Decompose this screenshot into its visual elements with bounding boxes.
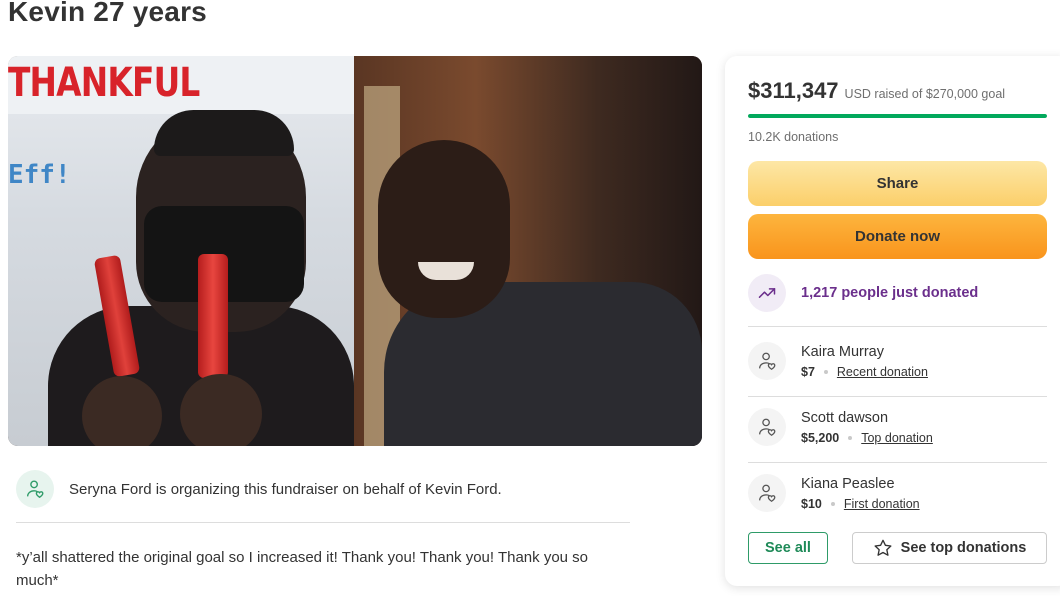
amount-raised: $311,347 [748, 78, 839, 103]
donor-amount: $10 [801, 496, 822, 511]
divider [16, 522, 630, 523]
separator-dot [830, 501, 835, 506]
donor-name: Kiana Peaslee [801, 475, 895, 492]
donor-meta: $10 First donation [801, 497, 920, 511]
donor-row: Kaira Murray $7 Recent donation [748, 342, 928, 380]
person-heart-icon [16, 470, 54, 508]
photo-hand-left [82, 376, 162, 446]
photo-hand-right [180, 374, 262, 446]
divider [748, 396, 1047, 397]
donor-info: Kiana Peaslee $10 First donation [801, 476, 920, 511]
share-button[interactable]: Share [748, 161, 1047, 206]
separator-dot [848, 435, 853, 440]
photo-banner-text: THANKFUL [8, 60, 200, 106]
amount-row: $311,347 USD raised of $270,000 goal [748, 78, 1005, 104]
progress-bar-fill [748, 114, 1047, 118]
donation-card: $311,347 USD raised of $270,000 goal 10.… [725, 56, 1060, 586]
donate-now-button[interactable]: Donate now [748, 214, 1047, 259]
donor-name: Scott dawson [801, 409, 889, 426]
organizer-row: Seryna Ford is organizing this fundraise… [16, 470, 502, 508]
divider [748, 462, 1047, 463]
donor-amount: $7 [801, 364, 815, 379]
see-all-button[interactable]: See all [748, 532, 828, 564]
recent-donors-trend: 1,217 people just donated [748, 274, 978, 312]
organizer-text: Seryna Ford is organizing this fundraise… [69, 480, 502, 498]
donor-type-link[interactable]: Top donation [861, 431, 933, 445]
story-text: *y’all shattered the original goal so I … [16, 549, 589, 589]
donation-count: 10.2K donations [748, 130, 839, 144]
donor-type-link[interactable]: First donation [844, 497, 920, 511]
donor-meta: $5,200 Top donation [801, 431, 933, 445]
donor-info: Kaira Murray $7 Recent donation [801, 344, 928, 379]
donor-meta: $7 Recent donation [801, 365, 928, 379]
trend-text: 1,217 people just donated [801, 285, 979, 301]
separator-dot [823, 369, 828, 374]
photo-candy-roll-right [198, 254, 228, 378]
photo-person1-cap [154, 110, 294, 156]
see-top-donations-button[interactable]: See top donations [852, 532, 1047, 564]
progress-bar [748, 114, 1047, 118]
see-top-donations-label: See top donations [900, 540, 1027, 556]
donor-avatar-icon [748, 474, 786, 512]
donor-amount: $5,200 [801, 430, 840, 445]
fundraiser-hero-image[interactable]: THANKFUL Eff! [8, 56, 702, 446]
star-icon [874, 539, 892, 556]
donor-avatar-icon [748, 342, 786, 380]
trending-up-icon [748, 274, 786, 312]
donor-info: Scott dawson $5,200 Top donation [801, 410, 933, 445]
divider [748, 326, 1047, 327]
photo-person2-head [378, 140, 510, 318]
photo-sign-text: Eff! [8, 160, 71, 190]
donor-avatar-icon [748, 408, 786, 446]
donor-name: Kaira Murray [801, 343, 884, 360]
donor-type-link[interactable]: Recent donation [837, 365, 928, 379]
donor-row: Scott dawson $5,200 Top donation [748, 408, 933, 446]
page-title: Kevin 27 years [8, 0, 207, 27]
goal-text: USD raised of $270,000 goal [844, 87, 1006, 101]
donor-row: Kiana Peaslee $10 First donation [748, 474, 920, 512]
